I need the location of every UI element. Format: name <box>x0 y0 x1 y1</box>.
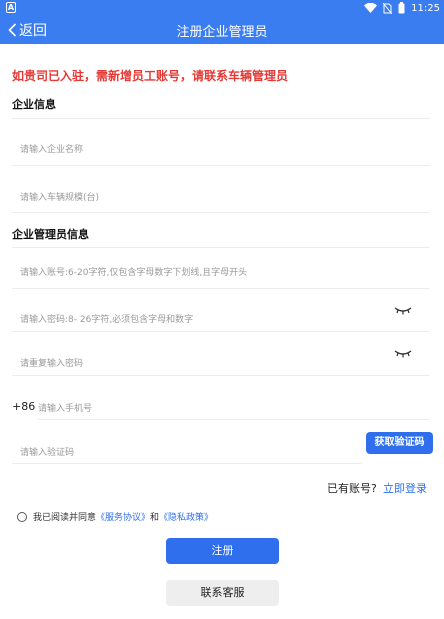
company-section-title: 企业信息 <box>12 98 56 111</box>
nav-bar: 返回 注册企业管理员 <box>0 16 444 44</box>
clock-time: 11:25 <box>411 2 440 14</box>
no-sim-icon <box>383 2 393 14</box>
verification-code-placeholder: 请输入验证码 <box>20 448 75 458</box>
battery-icon <box>398 2 405 14</box>
confirm-password-input[interactable]: 请重复输入密码 <box>12 332 430 376</box>
privacy-policy-link[interactable]: 《隐私政策》 <box>159 510 213 523</box>
account-placeholder: 请输入账号:6-20字符,仅包含字母数字下划线,且字母开头 <box>20 268 248 278</box>
eye-closed-icon[interactable] <box>394 305 412 315</box>
account-input[interactable]: 请输入账号:6-20字符,仅包含字母数字下划线,且字母开头 <box>12 248 430 289</box>
contact-support-button[interactable]: 联系客服 <box>166 580 279 606</box>
agreement-prefix: 我已阅读并同意 <box>33 513 97 523</box>
fleet-size-placeholder: 请输入车辆规模(台) <box>20 193 100 203</box>
register-button[interactable]: 注册 <box>166 538 279 564</box>
phone-placeholder: 请输入手机号 <box>38 404 93 414</box>
service-agreement-link[interactable]: 《服务协议》 <box>96 510 150 523</box>
agreement-row: 我已阅读并同意 《服务协议》 和 《隐私政策》 <box>17 510 213 523</box>
company-name-placeholder: 请输入企业名称 <box>20 145 84 155</box>
status-bar: A 11:25 <box>0 0 444 16</box>
fleet-size-input[interactable]: 请输入车辆规模(台) <box>12 166 430 213</box>
agree-checkbox[interactable] <box>17 511 27 522</box>
password-input[interactable]: 请输入密码:8- 26字符,必须包含字母和数字 <box>12 289 430 332</box>
wifi-icon <box>364 3 378 13</box>
phone-country-code: +86 <box>12 400 36 413</box>
has-account-text: 已有账号? <box>327 482 377 495</box>
company-name-input[interactable]: 请输入企业名称 <box>12 119 430 166</box>
notice-text: 如贵司已入驻，需新增员工账号，请联系车辆管理员 <box>12 69 289 83</box>
verification-code-input[interactable]: 请输入验证码 <box>12 420 362 464</box>
confirm-password-placeholder: 请重复输入密码 <box>20 359 84 369</box>
admin-section-title: 企业管理员信息 <box>12 228 89 241</box>
password-placeholder: 请输入密码:8- 26字符,必须包含字母和数字 <box>20 315 194 325</box>
eye-closed-icon[interactable] <box>394 348 412 358</box>
agreement-and: 和 <box>150 513 160 523</box>
app-notification-icon: A <box>6 2 16 13</box>
phone-input[interactable]: 请输入手机号 <box>38 376 430 420</box>
get-code-button[interactable]: 获取验证码 <box>366 432 433 454</box>
page-title: 注册企业管理员 <box>176 25 268 40</box>
login-link[interactable]: 立即登录 <box>383 480 427 496</box>
